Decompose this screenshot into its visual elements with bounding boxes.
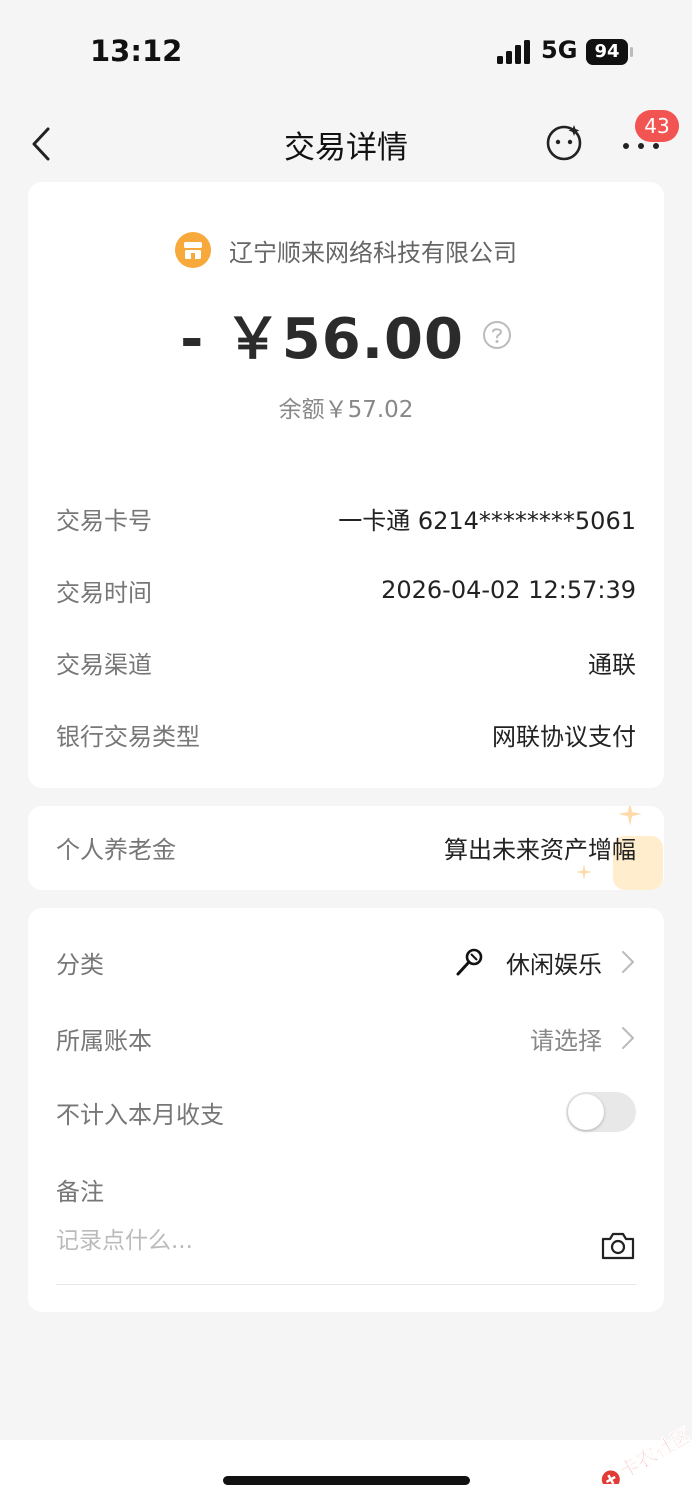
category-label: 分类 — [56, 950, 104, 979]
category-value: 休闲娱乐 — [506, 950, 602, 979]
detail-row-bank-type: 银行交易类型 网联协议支付 — [56, 714, 636, 754]
exclude-row: 不计入本月收支 — [56, 1090, 636, 1134]
store-icon — [175, 232, 211, 268]
page-title: 交易详情 — [284, 130, 408, 166]
detail-label: 交易渠道 — [56, 650, 152, 679]
ledger-row[interactable]: 所属账本 请选择 — [56, 1016, 636, 1060]
status-time: 13:12 — [90, 34, 183, 68]
battery-icon: 94 — [586, 39, 628, 65]
detail-label: 交易卡号 — [56, 506, 152, 535]
sparkle-icon — [576, 864, 592, 880]
merchant-name: 辽宁顺来网络科技有限公司 — [229, 238, 517, 267]
ledger-label: 所属账本 — [56, 1026, 152, 1055]
ledger-value: 请选择 — [530, 1026, 602, 1055]
detail-label: 交易时间 — [56, 578, 152, 607]
detail-row-time: 交易时间 2026-04-02 12:57:39 — [56, 570, 636, 610]
pension-link[interactable]: 算出未来资产增幅 — [444, 830, 636, 865]
note-underline — [56, 1284, 636, 1285]
detail-value: 一卡通 6214********5061 — [338, 506, 636, 535]
watermark-logo: 卡农社区 — [601, 1422, 690, 1484]
detail-row-channel: 交易渠道 通联 — [56, 642, 636, 682]
detail-value: 通联 — [588, 650, 636, 679]
svg-text:卡农社区: 卡农社区 — [615, 1422, 690, 1483]
status-bar: 13:12 5G 94 — [0, 0, 692, 100]
exclude-toggle[interactable] — [566, 1092, 636, 1132]
battery-tip — [630, 47, 633, 57]
detail-value: 2026-04-02 12:57:39 — [381, 576, 636, 604]
detail-value: 网联协议支付 — [492, 722, 636, 751]
note-input[interactable] — [56, 1228, 576, 1254]
notification-badge: 43 — [635, 110, 679, 142]
bottom-area — [0, 1440, 692, 1500]
signal-icon — [497, 40, 530, 64]
merchant-row: 辽宁顺来网络科技有限公司 — [28, 232, 664, 272]
amount-row: - ￥56.00 — [28, 294, 664, 375]
pension-banner[interactable]: 个人养老金 算出未来资产增幅 — [28, 806, 664, 890]
camera-icon[interactable] — [600, 1231, 636, 1261]
home-indicator[interactable] — [223, 1476, 470, 1485]
microphone-icon — [456, 948, 483, 976]
help-question-icon[interactable] — [482, 320, 512, 350]
exclude-label: 不计入本月收支 — [56, 1100, 224, 1129]
sparkle-icon — [618, 806, 642, 826]
category-row[interactable]: 分类 休闲娱乐 — [56, 940, 636, 984]
pension-label: 个人养老金 — [56, 836, 176, 864]
toggle-knob — [568, 1094, 604, 1130]
transaction-amount: - ￥56.00 — [180, 307, 464, 372]
network-type: 5G — [541, 36, 578, 64]
chevron-right-icon — [622, 951, 634, 973]
record-card: 分类 休闲娱乐 所属账本 请选择 不计入本月收支 备注 — [28, 908, 664, 1312]
balance-text: 余额￥57.02 — [278, 397, 414, 423]
detail-row-card-number: 交易卡号 一卡通 6214********5061 — [56, 498, 636, 538]
transaction-card: 辽宁顺来网络科技有限公司 - ￥56.00 余额￥57.02 交易卡号 一卡通 … — [28, 182, 664, 788]
note-label: 备注 — [56, 1178, 104, 1206]
detail-label: 银行交易类型 — [56, 722, 200, 751]
chevron-right-icon — [622, 1027, 634, 1049]
customer-service-face-icon[interactable] — [544, 122, 584, 162]
